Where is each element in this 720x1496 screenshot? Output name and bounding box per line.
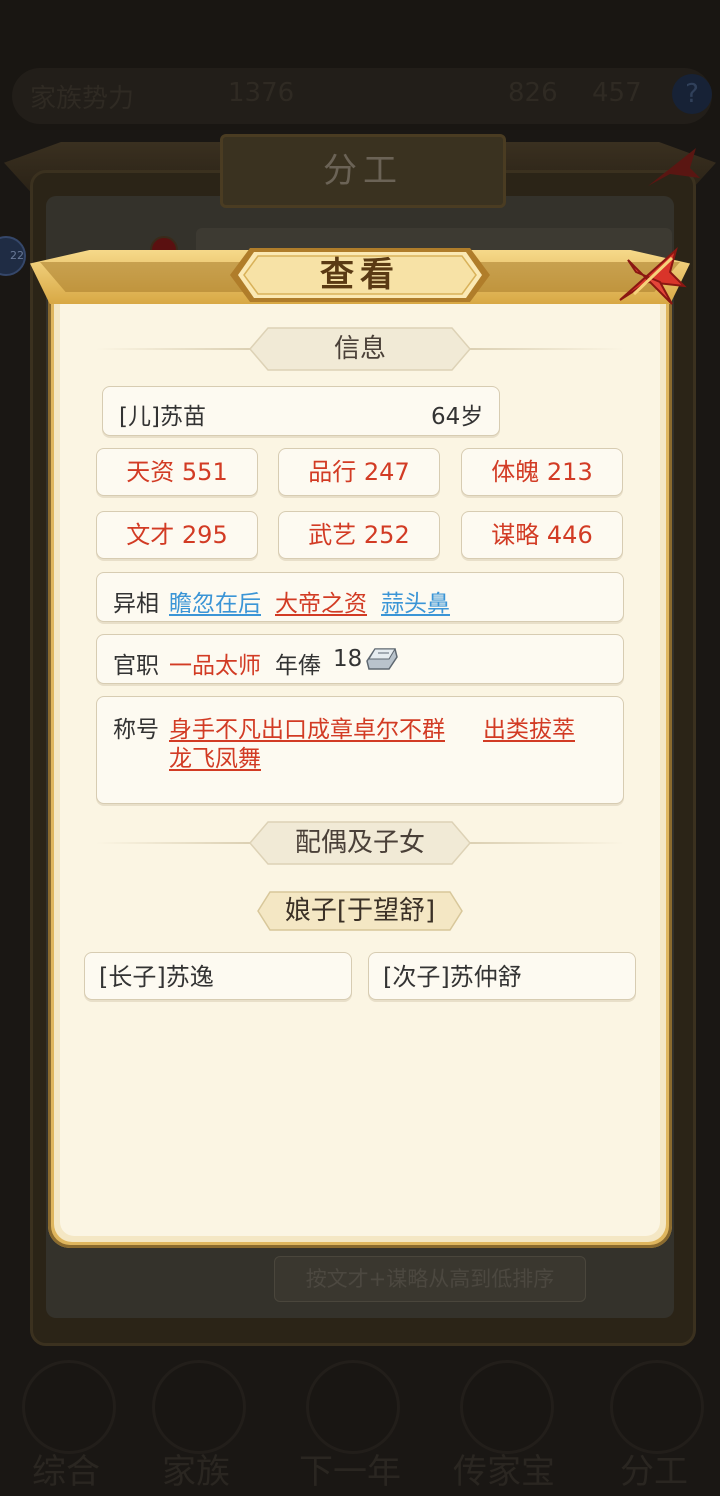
section-divider-left	[96, 842, 266, 844]
traits-row: 异相 瞻忽在后 大帝之资 蒜头鼻	[96, 572, 624, 622]
stat-martial: 武艺 252	[278, 511, 440, 559]
help-icon[interactable]: ?	[672, 74, 712, 114]
office-row: 官职 一品太师 年俸 18	[96, 634, 624, 684]
nav-item-next-year: 下一年	[290, 1360, 410, 1492]
honor-4[interactable]: 出类拔萃	[483, 710, 575, 744]
bg-currency-a: 826	[508, 78, 558, 108]
honor-3[interactable]: 卓尔不群	[353, 710, 445, 744]
traits-label: 异相	[113, 591, 159, 617]
nav-item-heirloom: 传家宝	[444, 1360, 564, 1492]
nav-item-family: 家族	[136, 1360, 256, 1492]
trait-link-2[interactable]: 大帝之资	[275, 584, 367, 618]
honor-2[interactable]: 出口成章	[261, 710, 353, 744]
bg-sort-button: 按文才+谋略从高到低排序	[274, 1256, 586, 1302]
section-divider-left	[96, 348, 266, 350]
trait-link-3[interactable]: 蒜头鼻	[381, 584, 450, 618]
bg-panel-title: 分工	[220, 134, 506, 208]
nav-heirloom-label: 传家宝	[453, 1452, 555, 1492]
bg-close-icon	[648, 148, 700, 186]
silver-ingot-icon	[366, 648, 398, 670]
nav-next-year-label: 下一年	[299, 1452, 401, 1492]
stat-physique: 体魄 213	[461, 448, 623, 496]
nav-heirloom-icon	[460, 1360, 554, 1454]
bg-power-label: 家族势力	[30, 84, 135, 114]
nav-division-icon	[610, 1360, 704, 1454]
salary-value: 18	[333, 646, 363, 672]
nav-family-icon	[152, 1360, 246, 1454]
bg-currency-b: 457	[592, 78, 642, 108]
info-section-title: 信息	[333, 334, 386, 364]
honors-label: 称号	[113, 717, 159, 743]
info-section-header: 信息	[0, 326, 720, 372]
section-divider-right	[454, 842, 624, 844]
nav-overview-label: 综合	[32, 1452, 100, 1492]
nav-overview-icon	[22, 1360, 116, 1454]
bg-side-badge: 22	[0, 236, 26, 276]
office-label: 官职	[113, 653, 159, 679]
nav-item-division: 分工	[594, 1360, 714, 1492]
honor-5[interactable]: 龙飞凤舞	[169, 739, 261, 773]
stat-talent: 天资 551	[96, 448, 258, 496]
spouse-name[interactable]: 娘子[于望舒]	[256, 890, 464, 932]
office-title: 一品太师	[169, 653, 261, 679]
person-name: [儿]苏苗	[119, 404, 206, 430]
nav-family-label: 家族	[162, 1452, 230, 1492]
honors-row: 称号 身手不凡 出口成章 卓尔不群 出类拔萃 龙飞凤舞	[96, 696, 624, 804]
family-section-title: 配偶及子女	[294, 828, 425, 858]
person-age: 64岁	[431, 404, 484, 430]
salary-label: 年俸	[275, 653, 321, 679]
family-section-header: 配偶及子女	[0, 820, 720, 866]
stat-strategy: 谋略 446	[461, 511, 623, 559]
person-card: [儿]苏苗 64岁	[102, 386, 500, 436]
nav-division-label: 分工	[620, 1452, 688, 1492]
nav-next-year-icon	[306, 1360, 400, 1454]
nav-item-overview: 综合	[6, 1360, 126, 1492]
trait-link-1[interactable]: 瞻忽在后	[169, 584, 261, 618]
section-divider-right	[454, 348, 624, 350]
child-1[interactable]: [长子]苏逸	[84, 952, 352, 1000]
stat-conduct: 品行 247	[278, 448, 440, 496]
dialog-title: 查看	[320, 255, 400, 295]
child-2[interactable]: [次子]苏仲舒	[368, 952, 636, 1000]
bg-power-value: 1376	[228, 78, 295, 108]
close-icon[interactable]	[614, 242, 688, 316]
stat-literary: 文才 295	[96, 511, 258, 559]
